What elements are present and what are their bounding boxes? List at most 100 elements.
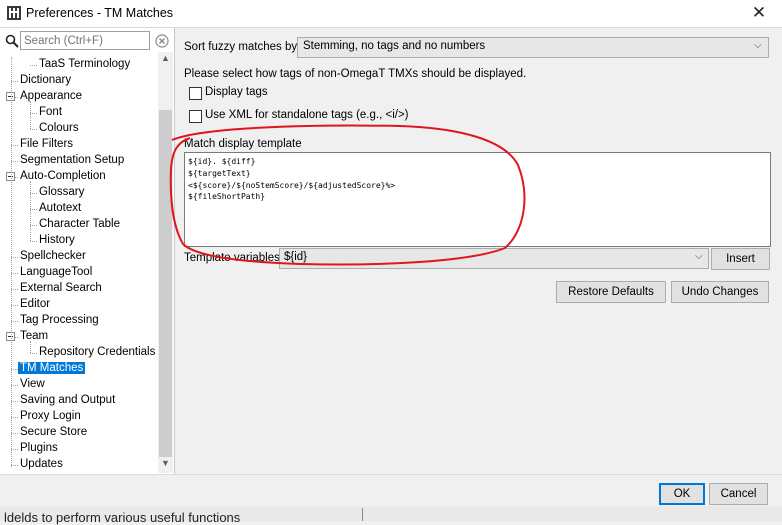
- tree-item[interactable]: Repository Credentials: [39, 345, 155, 360]
- tree-item[interactable]: Proxy Login: [20, 409, 81, 424]
- tree-item[interactable]: Glossary: [39, 185, 84, 200]
- tree-item[interactable]: File Filters: [20, 137, 73, 152]
- scroll-down-icon[interactable]: ▼: [158, 458, 173, 470]
- tree-connector: [11, 417, 18, 418]
- sort-fuzzy-label: Sort fuzzy matches by:: [184, 41, 301, 53]
- close-icon[interactable]: ✕: [748, 4, 770, 22]
- tree-item-label: Font: [39, 106, 63, 118]
- tree-connector: [30, 129, 37, 130]
- tree-item-label: Colours: [39, 122, 79, 134]
- tree-item-label: Secure Store: [20, 426, 88, 438]
- tree-item[interactable]: Editor: [20, 297, 50, 312]
- tree-item[interactable]: History: [39, 233, 75, 248]
- tree-item[interactable]: External Search: [20, 281, 102, 296]
- tree-connector: [11, 257, 18, 258]
- background-text: ldelds to perform various useful functio…: [4, 510, 241, 525]
- ok-button[interactable]: OK: [659, 483, 705, 505]
- tree-connector: [11, 369, 18, 370]
- tree-item-label: LanguageTool: [20, 266, 93, 278]
- search-input[interactable]: [20, 31, 150, 50]
- tree-item[interactable]: Autotext: [39, 201, 81, 216]
- tree-item[interactable]: Plugins: [20, 441, 58, 456]
- tree-connector: [30, 241, 37, 242]
- tree-item[interactable]: Saving and Output: [20, 393, 115, 408]
- tree-item-label: Saving and Output: [20, 394, 116, 406]
- tree-item-label: Editor: [20, 298, 51, 310]
- display-tags-label[interactable]: Display tags: [205, 86, 268, 98]
- tree-item-label: Dictionary: [20, 74, 72, 86]
- insert-button[interactable]: Insert: [711, 248, 770, 270]
- tree-item[interactable]: Dictionary: [20, 73, 71, 88]
- tree-item-label: View: [20, 378, 45, 390]
- tree-item[interactable]: Segmentation Setup: [20, 153, 124, 168]
- undo-changes-button[interactable]: Undo Changes: [671, 281, 769, 303]
- tags-display-instructions: Please select how tags of non-OmegaT TMX…: [184, 68, 527, 80]
- tree-item-label: Updates: [20, 458, 63, 470]
- tree-item[interactable]: TM Matches: [18, 361, 86, 376]
- tree-connector: [11, 161, 18, 162]
- tree-connector: [30, 209, 37, 210]
- tree-item-label: Glossary: [39, 186, 85, 198]
- tree-connector: [11, 305, 18, 306]
- tree-item[interactable]: Tag Processing: [20, 313, 99, 328]
- tree-item[interactable]: Auto-Completion: [20, 169, 106, 184]
- cancel-button[interactable]: Cancel: [709, 483, 768, 505]
- restore-defaults-button[interactable]: Restore Defaults: [556, 281, 666, 303]
- tree-connector: [11, 321, 18, 322]
- tree-item[interactable]: Colours: [39, 121, 79, 136]
- tree-item[interactable]: Spellchecker: [20, 249, 86, 264]
- tree-connector: [30, 353, 37, 354]
- match-template-label: Match display template: [184, 138, 302, 150]
- use-xml-label[interactable]: Use XML for standalone tags (e.g., <i/>): [205, 109, 409, 121]
- footer-divider: [0, 474, 782, 475]
- tree-connector: [30, 341, 31, 353]
- tree-item[interactable]: Font: [39, 105, 62, 120]
- sort-fuzzy-select[interactable]: Stemming, no tags and no numbers: [297, 37, 769, 58]
- tree-item[interactable]: Secure Store: [20, 425, 87, 440]
- tree-connector: [30, 65, 37, 66]
- use-xml-checkbox[interactable]: [189, 110, 202, 123]
- tree-item-label: TM Matches: [18, 362, 86, 374]
- tree-item[interactable]: LanguageTool: [20, 265, 92, 280]
- tree-scrollbar-thumb[interactable]: [159, 110, 172, 457]
- tree-item[interactable]: Character Table: [39, 217, 120, 232]
- template-variables-label: Template variables:: [184, 252, 284, 264]
- tree-item-label: Team: [20, 330, 49, 342]
- chevron-down-icon[interactable]: ⌵: [754, 40, 762, 51]
- scroll-up-icon[interactable]: ▲: [158, 53, 173, 65]
- tree-item-label: Plugins: [20, 442, 58, 454]
- template-variables-select[interactable]: ${id}: [279, 248, 709, 269]
- tree-item-label: Tag Processing: [20, 314, 99, 326]
- tree-connector: [11, 57, 12, 467]
- clear-search-icon[interactable]: [155, 34, 169, 48]
- tree-item-label: Autotext: [39, 202, 82, 214]
- tree-connector: [30, 101, 31, 129]
- display-tags-checkbox[interactable]: [189, 87, 202, 100]
- tree-connector: [11, 401, 18, 402]
- tree-item-label: External Search: [20, 282, 102, 294]
- tree-item[interactable]: View: [20, 377, 45, 392]
- tree-item[interactable]: Updates: [20, 457, 63, 472]
- tree-item-label: Segmentation Setup: [20, 154, 125, 166]
- tree-connector: [11, 465, 18, 466]
- tree-item-label: Spellchecker: [20, 250, 86, 262]
- tree-item-label: File Filters: [20, 138, 74, 150]
- tree-connector: [30, 225, 37, 226]
- tree-item-label: Auto-Completion: [20, 170, 106, 182]
- chevron-down-icon[interactable]: ⌵: [695, 251, 703, 262]
- tree-item[interactable]: Team: [20, 329, 48, 344]
- tree-connector: [11, 273, 18, 274]
- tree-item[interactable]: TaaS Terminology: [39, 57, 130, 72]
- tree-item-label: Character Table: [39, 218, 120, 230]
- tree-connector: [11, 81, 18, 82]
- background-divider: [362, 508, 363, 521]
- tree-item-label: TaaS Terminology: [39, 58, 131, 70]
- tree-item-label: Proxy Login: [20, 410, 81, 422]
- tree-connector: [30, 113, 37, 114]
- tree-connector: [11, 449, 18, 450]
- window-title: Preferences - TM Matches: [26, 6, 174, 20]
- tree-connector: [30, 181, 31, 241]
- match-template-textarea[interactable]: ${id}. ${diff} ${targetText} <${score}/$…: [184, 152, 771, 247]
- tree-connector: [11, 145, 18, 146]
- search-icon: [5, 34, 19, 48]
